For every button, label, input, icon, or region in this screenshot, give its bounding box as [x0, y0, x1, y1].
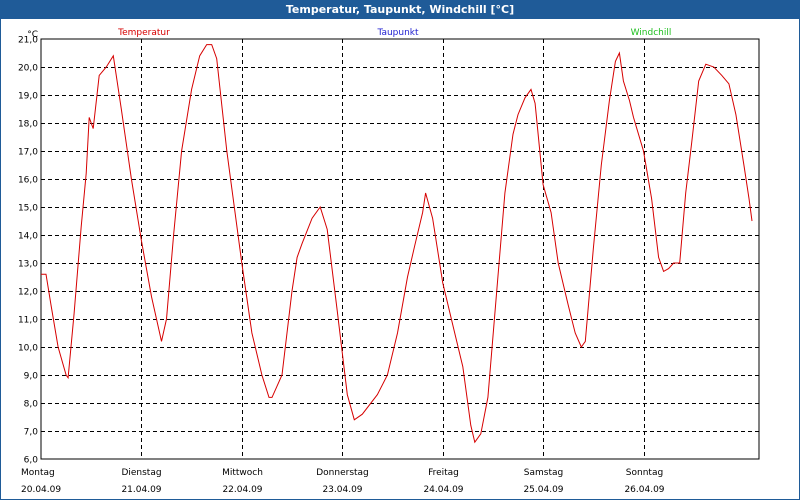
x-date-label: 24.04.09 [423, 485, 463, 495]
y-unit-label: °C [27, 30, 38, 40]
plot-area [40, 38, 760, 460]
x-date-label: 25.04.09 [523, 485, 563, 495]
x-day-label: Sonntag [626, 468, 663, 478]
y-tick-label: 10,0 [18, 344, 38, 354]
y-tick-label: 16,0 [18, 176, 38, 186]
y-tick-label: 7,0 [24, 428, 39, 438]
y-tick-label: 8,0 [24, 400, 39, 410]
x-date-label: 20.04.09 [21, 485, 61, 495]
x-day-label: Freitag [428, 468, 459, 478]
x-day-label: Donnerstag [316, 468, 369, 478]
x-day-label: Mittwoch [222, 468, 263, 478]
y-tick-label: 15,0 [18, 204, 38, 214]
y-tick-label: 13,0 [18, 260, 38, 270]
chart-title: Temperatur, Taupunkt, Windchill [°C] [1, 1, 799, 19]
x-day-label: Montag [21, 468, 55, 478]
y-tick-label: 20,0 [18, 64, 38, 74]
legend-taupunkt: Taupunkt [376, 28, 419, 38]
x-date-label: 21.04.09 [121, 485, 161, 495]
x-day-label: Dienstag [121, 468, 161, 478]
y-tick-label: 12,0 [18, 288, 38, 298]
x-day-label: Samstag [524, 468, 563, 478]
x-date-label: 23.04.09 [322, 485, 362, 495]
x-date-label: 22.04.09 [222, 485, 262, 495]
x-date-label: 26.04.09 [624, 485, 664, 495]
y-tick-label: 11,0 [18, 316, 38, 326]
legend-windchill: Windchill [631, 28, 672, 38]
y-tick-label: 6,0 [24, 456, 39, 466]
y-tick-label: 9,0 [24, 372, 39, 382]
temperature-chart: 21,020,019,018,017,016,015,014,013,012,0… [18, 28, 760, 495]
legend-temperatur: Temperatur [117, 28, 170, 38]
y-tick-label: 17,0 [18, 148, 38, 158]
chart-window: Temperatur, Taupunkt, Windchill [°C] 21,… [0, 0, 800, 500]
y-tick-label: 19,0 [18, 92, 38, 102]
y-tick-label: 18,0 [18, 120, 38, 130]
y-tick-label: 14,0 [18, 232, 38, 242]
